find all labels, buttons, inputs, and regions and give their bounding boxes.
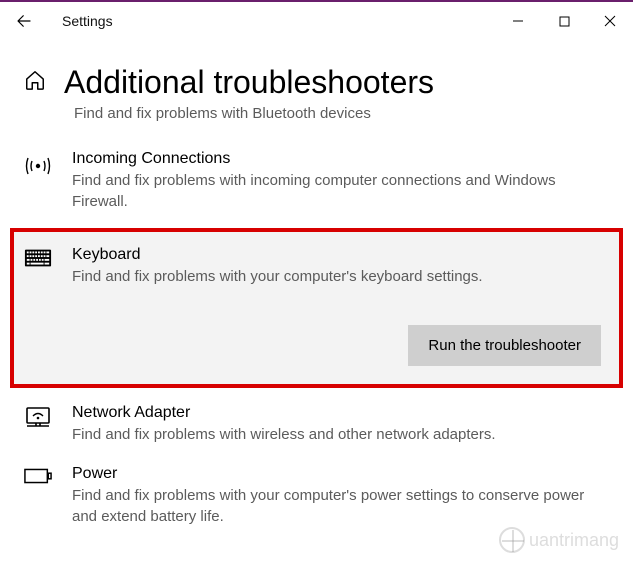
maximize-icon [559,16,570,27]
power-icon [24,467,52,485]
minimize-button[interactable] [495,2,541,40]
item-desc: Find and fix problems with your computer… [72,266,592,287]
item-title: Incoming Connections [72,150,609,168]
item-title: Power [72,465,609,483]
titlebar: Settings [0,2,633,40]
network-adapter-icon [24,406,52,432]
incoming-connections-icon [24,152,52,180]
back-button[interactable] [14,11,34,31]
troubleshooter-item-power[interactable]: Power Find and fix problems with your co… [0,455,633,537]
item-title: Keyboard [72,246,605,264]
close-icon [604,15,616,27]
run-troubleshooter-button[interactable]: Run the troubleshooter [408,325,601,366]
page-title: Additional troubleshooters [64,64,434,101]
troubleshooter-item-keyboard[interactable]: Keyboard Find and fix problems with your… [10,228,623,388]
home-icon[interactable] [24,69,46,96]
item-title: Network Adapter [72,404,609,422]
previous-item-desc-truncated: Find and fix problems with Bluetooth dev… [74,105,633,122]
maximize-button[interactable] [541,2,587,40]
minimize-icon [512,15,524,27]
troubleshooter-item-incoming-connections[interactable]: Incoming Connections Find and fix proble… [0,140,633,222]
keyboard-icon [24,248,52,268]
item-desc: Find and fix problems with incoming comp… [72,170,592,212]
window-controls [495,2,633,40]
troubleshooter-item-network-adapter[interactable]: Network Adapter Find and fix problems wi… [0,394,633,455]
item-desc: Find and fix problems with wireless and … [72,424,592,445]
page-header: Additional troubleshooters [0,40,633,109]
window-title: Settings [62,13,113,29]
close-button[interactable] [587,2,633,40]
item-desc: Find and fix problems with your computer… [72,485,592,527]
arrow-left-icon [15,12,33,30]
